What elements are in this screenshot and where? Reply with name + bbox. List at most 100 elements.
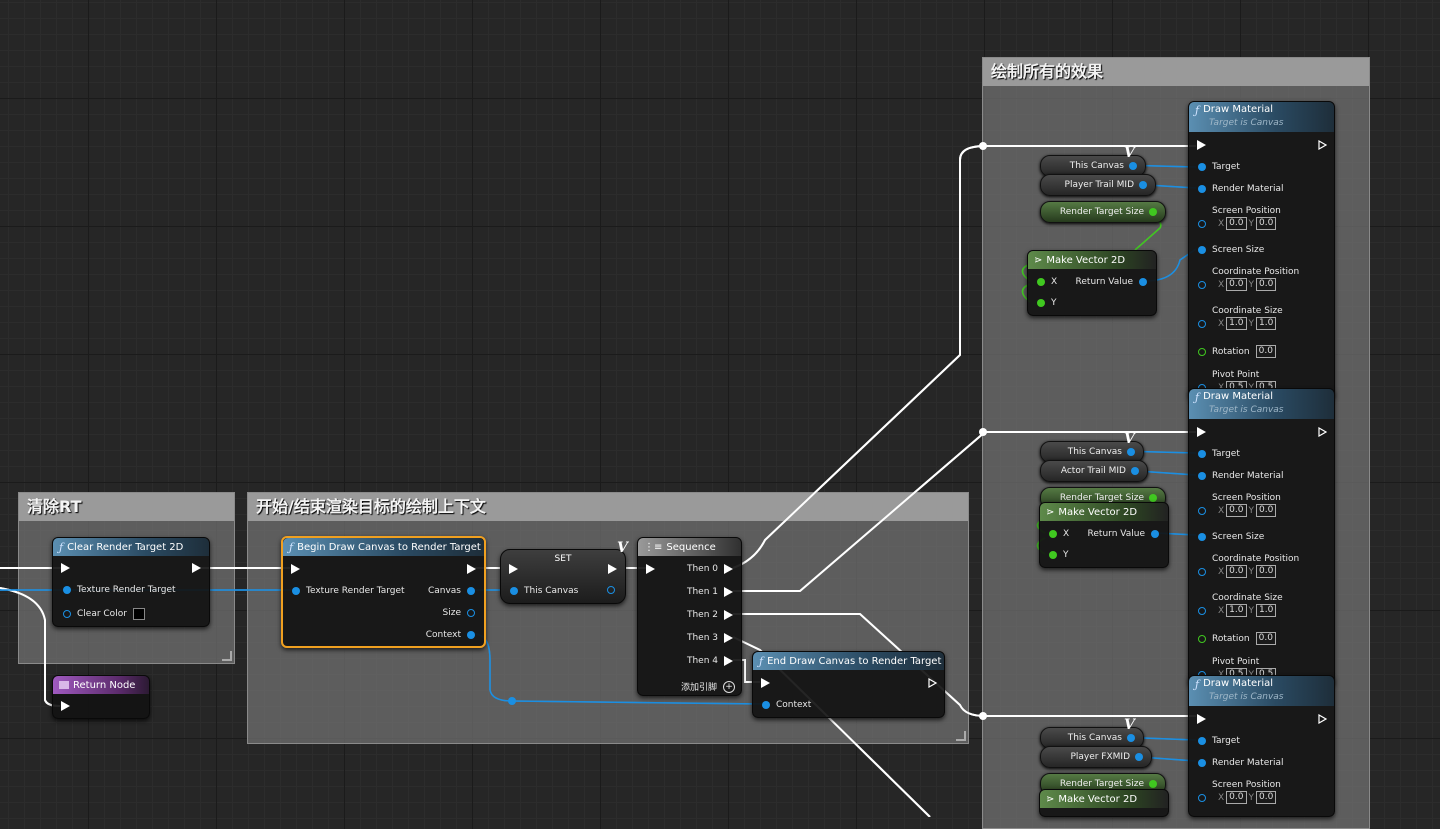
vector-input[interactable]: X 0.0 Y 0.0 bbox=[1198, 217, 1277, 230]
then-2-pin[interactable]: Then 2 bbox=[687, 610, 733, 620]
y-pin[interactable]: Y bbox=[1049, 550, 1069, 560]
rotation-pin[interactable]: Rotation 0.0 bbox=[1198, 345, 1276, 358]
x-field[interactable]: 1.0 bbox=[1226, 317, 1247, 330]
player-fxmid-getter[interactable]: Player FXMID bbox=[1040, 746, 1152, 768]
reroute-knot[interactable] bbox=[979, 712, 987, 720]
add-pin-button[interactable]: 添加引脚 + bbox=[681, 680, 735, 693]
vector-input[interactable]: X 0.0 Y 0.0 bbox=[1198, 565, 1277, 578]
coordinate-size-pin[interactable]: Coordinate Size X 1.0 Y 1.0 bbox=[1198, 593, 1283, 617]
then-1-pin[interactable]: Then 1 bbox=[687, 587, 733, 597]
vector-input[interactable]: X 1.0 Y 1.0 bbox=[1198, 604, 1277, 617]
make-vector-2d-node[interactable]: ⋗ Make Vector 2D X Y Return Value bbox=[1027, 250, 1157, 316]
exec-in-pin[interactable] bbox=[1197, 427, 1206, 437]
actor-trail-mid-getter[interactable]: Actor Trail MID bbox=[1040, 460, 1148, 482]
player-trail-mid-getter[interactable]: Player Trail MID bbox=[1040, 174, 1156, 196]
render-material-pin[interactable]: Render Material bbox=[1198, 471, 1283, 481]
target-pin[interactable]: Target bbox=[1198, 449, 1240, 459]
exec-in-pin[interactable] bbox=[1197, 714, 1206, 724]
target-pin[interactable]: Target bbox=[1198, 162, 1240, 172]
screen-size-pin[interactable]: Screen Size bbox=[1198, 532, 1264, 542]
target-pin[interactable]: Target bbox=[1198, 736, 1240, 746]
exec-in-pin[interactable] bbox=[61, 701, 70, 711]
y-field[interactable]: 0.0 bbox=[1256, 217, 1277, 230]
render-material-pin[interactable]: Render Material bbox=[1198, 184, 1283, 194]
y-field[interactable]: 1.0 bbox=[1256, 317, 1277, 330]
render-target-size-getter[interactable]: Render Target Size bbox=[1040, 201, 1166, 223]
make-vector-2d-node[interactable]: ⋗ Make Vector 2D X Y Return Value bbox=[1039, 502, 1169, 568]
screen-position-pin[interactable]: Screen Position X 0.0 Y 0.0 bbox=[1198, 493, 1281, 517]
exec-in-pin[interactable] bbox=[509, 564, 518, 574]
exec-in-pin[interactable] bbox=[61, 563, 70, 573]
x-field[interactable]: 0.0 bbox=[1226, 217, 1247, 230]
x-field[interactable]: 1.0 bbox=[1226, 604, 1247, 617]
exec-out-pin[interactable] bbox=[1318, 140, 1327, 150]
return-value-pin[interactable]: Return Value bbox=[1076, 277, 1147, 287]
exec-in-pin[interactable] bbox=[761, 678, 770, 688]
clear-render-target-node[interactable]: ƒ Clear Render Target 2D Texture Render … bbox=[52, 537, 210, 627]
coordinate-position-pin[interactable]: Coordinate Position X 0.0 Y 0.0 bbox=[1198, 554, 1299, 578]
rotation-field[interactable]: 0.0 bbox=[1255, 632, 1276, 645]
vector-input[interactable]: X 1.0 Y 1.0 bbox=[1198, 317, 1277, 330]
then-4-pin[interactable]: Then 4 bbox=[687, 656, 733, 666]
size-pin[interactable]: Size bbox=[443, 608, 475, 618]
set-node[interactable]: SET This Canvas bbox=[500, 549, 626, 604]
canvas-pin[interactable]: Canvas bbox=[428, 586, 475, 596]
then-0-pin[interactable]: Then 0 bbox=[687, 564, 733, 574]
rotation-pin[interactable]: Rotation 0.0 bbox=[1198, 632, 1276, 645]
reroute-knot[interactable] bbox=[979, 428, 987, 436]
draw-material-node-1[interactable]: ƒ Draw Material Target is Canvas Target … bbox=[1188, 101, 1335, 399]
vector-input[interactable]: X 0.0 Y 0.0 bbox=[1198, 791, 1277, 804]
draw-material-node-2[interactable]: ƒ Draw Material Target is Canvas Target … bbox=[1188, 388, 1335, 686]
this-canvas-out-pin[interactable] bbox=[607, 586, 615, 594]
resize-handle[interactable] bbox=[956, 731, 966, 741]
vector-input[interactable]: X 0.0 Y 0.0 bbox=[1198, 278, 1277, 291]
y-pin[interactable]: Y bbox=[1037, 298, 1057, 308]
texture-render-target-pin[interactable]: Texture Render Target bbox=[63, 585, 176, 595]
begin-draw-canvas-node[interactable]: ƒ Begin Draw Canvas to Render Target Tex… bbox=[281, 536, 486, 648]
y-field[interactable]: 1.0 bbox=[1256, 604, 1277, 617]
exec-in-pin[interactable] bbox=[291, 564, 300, 574]
x-field[interactable]: 0.0 bbox=[1226, 565, 1247, 578]
sequence-node[interactable]: ⋮≡ Sequence Then 0 Then 1 Then 2 Then 3 … bbox=[637, 537, 742, 696]
return-value-pin[interactable]: Return Value bbox=[1088, 529, 1159, 539]
coordinate-position-pin[interactable]: Coordinate Position X 0.0 Y 0.0 bbox=[1198, 267, 1299, 291]
end-draw-canvas-node[interactable]: ƒ End Draw Canvas to Render Target Conte… bbox=[752, 651, 945, 718]
this-canvas-pin[interactable]: This Canvas bbox=[510, 586, 578, 596]
exec-out-pin[interactable] bbox=[1318, 714, 1327, 724]
x-field[interactable]: 0.0 bbox=[1226, 504, 1247, 517]
exec-out-pin[interactable] bbox=[467, 564, 476, 574]
render-material-pin[interactable]: Render Material bbox=[1198, 758, 1283, 768]
y-field[interactable]: 0.0 bbox=[1256, 278, 1277, 291]
rotation-field[interactable]: 0.0 bbox=[1255, 345, 1276, 358]
context-pin[interactable]: Context bbox=[426, 630, 475, 640]
reroute-knot[interactable] bbox=[979, 142, 987, 150]
context-pin[interactable]: Context bbox=[762, 700, 811, 710]
return-node[interactable]: Return Node bbox=[52, 675, 150, 719]
vector-input[interactable]: X 0.0 Y 0.0 bbox=[1198, 504, 1277, 517]
clear-color-swatch[interactable] bbox=[132, 608, 145, 620]
screen-size-pin[interactable]: Screen Size bbox=[1198, 245, 1264, 255]
clear-color-pin[interactable]: Clear Color bbox=[63, 608, 145, 620]
draw-material-node-3[interactable]: ƒ Draw Material Target is Canvas Target … bbox=[1188, 675, 1335, 817]
exec-out-pin[interactable] bbox=[608, 564, 617, 574]
y-field[interactable]: 0.0 bbox=[1256, 504, 1277, 517]
x-pin[interactable]: X bbox=[1037, 277, 1057, 287]
exec-out-pin[interactable] bbox=[1318, 427, 1327, 437]
exec-in-pin[interactable] bbox=[646, 564, 655, 574]
y-field[interactable]: 0.0 bbox=[1256, 565, 1277, 578]
exec-out-pin[interactable] bbox=[192, 563, 201, 573]
make-vector-2d-node[interactable]: ⋗ Make Vector 2D bbox=[1039, 789, 1169, 817]
coordinate-size-pin[interactable]: Coordinate Size X 1.0 Y 1.0 bbox=[1198, 306, 1283, 330]
exec-out-pin[interactable] bbox=[928, 678, 937, 688]
y-field[interactable]: 0.0 bbox=[1256, 791, 1277, 804]
exec-in-pin[interactable] bbox=[1197, 140, 1206, 150]
x-field[interactable]: 0.0 bbox=[1226, 278, 1247, 291]
reroute-knot[interactable] bbox=[508, 697, 516, 705]
x-pin[interactable]: X bbox=[1049, 529, 1069, 539]
texture-render-target-pin[interactable]: Texture Render Target bbox=[292, 586, 405, 596]
x-field[interactable]: 0.0 bbox=[1226, 791, 1247, 804]
resize-handle[interactable] bbox=[222, 651, 232, 661]
screen-position-pin[interactable]: Screen Position X 0.0 Y 0.0 bbox=[1198, 206, 1281, 230]
then-3-pin[interactable]: Then 3 bbox=[687, 633, 733, 643]
screen-position-pin[interactable]: Screen Position X 0.0 Y 0.0 bbox=[1198, 780, 1281, 804]
